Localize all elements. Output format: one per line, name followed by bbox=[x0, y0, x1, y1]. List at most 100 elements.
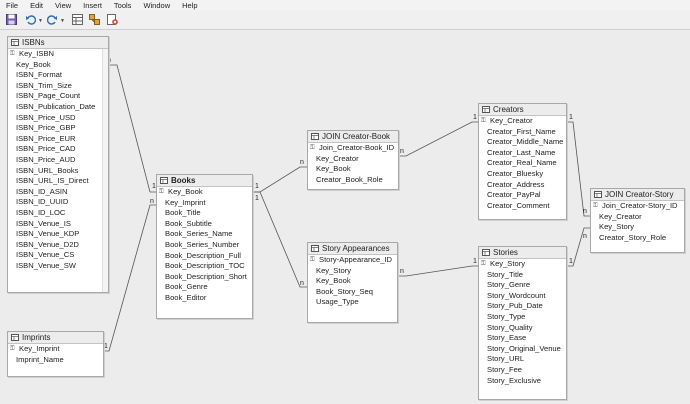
table-header[interactable]: JOIN Creator-Book bbox=[308, 131, 398, 143]
menu-view[interactable]: View bbox=[49, 0, 77, 11]
primary-key-field[interactable]: ⚿ Key_Book bbox=[157, 187, 252, 198]
field[interactable]: ISBN_Price_EUR bbox=[8, 134, 108, 145]
field[interactable]: Book_Editor bbox=[157, 293, 252, 304]
table-join-creator-book[interactable]: JOIN Creator-Book ⚿ Join_Creator-Book_ID K… bbox=[307, 130, 399, 190]
field[interactable]: Story_Ease bbox=[479, 333, 566, 344]
primary-key-field[interactable]: ⚿ Join_Creator-Book_ID bbox=[308, 143, 398, 154]
field[interactable]: Creator_Story_Role bbox=[591, 233, 684, 244]
table-imprints[interactable]: Imprints ⚿ Key_Imprint Imprint_Name bbox=[7, 331, 104, 377]
field[interactable]: Usage_Type bbox=[308, 297, 397, 308]
table-header[interactable]: Stories bbox=[479, 247, 566, 259]
primary-key-field[interactable]: ⚿ Key_Creator bbox=[479, 116, 566, 127]
field[interactable]: Story_Genre bbox=[479, 280, 566, 291]
field[interactable]: Book_Subtitle bbox=[157, 219, 252, 230]
field[interactable]: ISBN_Venue_IS bbox=[8, 219, 108, 230]
field[interactable]: Book_Series_Number bbox=[157, 240, 252, 251]
field[interactable]: Book_Description_Short bbox=[157, 272, 252, 283]
primary-key-field[interactable]: ⚿ Key_Story bbox=[479, 259, 566, 270]
undo-dropdown-icon[interactable]: ▼ bbox=[38, 18, 43, 24]
field[interactable]: Story_Fee bbox=[479, 365, 566, 376]
new-relation-icon[interactable] bbox=[88, 13, 101, 26]
field[interactable]: Key_Story bbox=[308, 266, 397, 277]
table-header[interactable]: JOIN Creator-Story bbox=[591, 189, 684, 201]
field[interactable]: ISBN_Publication_Date bbox=[8, 102, 108, 113]
field[interactable]: Creator_PayPal bbox=[479, 190, 566, 201]
table-books[interactable]: Books ⚿ Key_Book Key_Imprint Book_Title Book… bbox=[156, 174, 253, 319]
field[interactable]: ISBN_Price_USD bbox=[8, 113, 108, 124]
field[interactable]: Book_Title bbox=[157, 208, 252, 219]
table-story-appearances[interactable]: Story Appearances ⚿ Story-Appearance_ID Ke… bbox=[307, 242, 398, 323]
primary-key-field[interactable]: ⚿ Join_Creator-Story_ID bbox=[591, 201, 684, 212]
save-icon[interactable] bbox=[5, 13, 18, 26]
table-header[interactable]: ISBNs bbox=[8, 37, 108, 49]
field[interactable]: Imprint_Name bbox=[8, 355, 103, 366]
field[interactable]: Creator_Address bbox=[479, 180, 566, 191]
field[interactable]: Story_URL bbox=[479, 354, 566, 365]
primary-key-field[interactable]: ⚿ Key_Imprint bbox=[8, 344, 103, 355]
field[interactable]: Key_Creator bbox=[591, 212, 684, 223]
field[interactable]: ISBN_URL_IS_Direct bbox=[8, 176, 108, 187]
field[interactable]: Key_Story bbox=[591, 222, 684, 233]
field[interactable]: Book_Description_TOC bbox=[157, 261, 252, 272]
table-header[interactable]: Imprints bbox=[8, 332, 103, 344]
field[interactable]: Key_Book bbox=[308, 164, 398, 175]
menu-window[interactable]: Window bbox=[137, 0, 176, 11]
field[interactable]: ISBN_Price_AUD bbox=[8, 155, 108, 166]
field[interactable]: Story_Quality bbox=[479, 323, 566, 334]
menu-edit[interactable]: Edit bbox=[24, 0, 49, 11]
primary-key-field[interactable]: ⚿ Story-Appearance_ID bbox=[308, 255, 397, 266]
field[interactable]: Book_Description_Full bbox=[157, 251, 252, 262]
menu-tools[interactable]: Tools bbox=[108, 0, 138, 11]
menu-insert[interactable]: Insert bbox=[77, 0, 108, 11]
table-creators[interactable]: Creators ⚿ Key_Creator Creator_First_Name C… bbox=[478, 103, 567, 220]
add-tables-icon[interactable] bbox=[71, 13, 84, 26]
field[interactable]: Story_Title bbox=[479, 270, 566, 281]
table-header[interactable]: Books bbox=[157, 175, 252, 187]
field[interactable]: Story_Wordcount bbox=[479, 291, 566, 302]
field[interactable]: Creator_Real_Name bbox=[479, 158, 566, 169]
table-header[interactable]: Creators bbox=[479, 104, 566, 116]
field[interactable]: ISBN_URL_Books bbox=[8, 166, 108, 177]
table-join-creator-story[interactable]: JOIN Creator-Story ⚿ Join_Creator-Story_I… bbox=[590, 188, 685, 253]
field[interactable]: ISBN_ID_UUID bbox=[8, 197, 108, 208]
field[interactable]: ISBN_Page_Count bbox=[8, 91, 108, 102]
field[interactable]: ISBN_Venue_SW bbox=[8, 261, 108, 272]
field[interactable]: Creator_First_Name bbox=[479, 127, 566, 138]
field[interactable]: Key_Imprint bbox=[157, 198, 252, 209]
field[interactable]: Key_Book bbox=[308, 276, 397, 287]
field[interactable]: ISBN_ID_ASIN bbox=[8, 187, 108, 198]
field[interactable]: Story_Type bbox=[479, 312, 566, 323]
field[interactable]: Creator_Middle_Name bbox=[479, 137, 566, 148]
field[interactable]: ISBN_Format bbox=[8, 70, 108, 81]
field[interactable]: ISBN_ID_LOC bbox=[8, 208, 108, 219]
redo-icon[interactable] bbox=[46, 13, 59, 26]
menu-help[interactable]: Help bbox=[176, 0, 203, 11]
field[interactable]: ISBN_Price_CAD bbox=[8, 144, 108, 155]
delete-icon[interactable] bbox=[106, 13, 119, 26]
field[interactable]: Creator_Book_Role bbox=[308, 175, 398, 186]
primary-key-field[interactable]: ⚿ Key_ISBN bbox=[8, 49, 108, 60]
table-stories[interactable]: Stories ⚿ Key_Story Story_Title Story_Genre… bbox=[478, 246, 567, 400]
field[interactable]: ISBN_Venue_KDP bbox=[8, 229, 108, 240]
field[interactable]: ISBN_Price_GBP bbox=[8, 123, 108, 134]
table-isbns[interactable]: ISBNs ⚿ Key_ISBN Key_Book ISBN_Format ISBN_T… bbox=[7, 36, 109, 293]
field[interactable]: ISBN_Venue_D2D bbox=[8, 240, 108, 251]
menu-file[interactable]: File bbox=[0, 0, 24, 11]
field[interactable]: Key_Creator bbox=[308, 154, 398, 165]
field[interactable]: Book_Genre bbox=[157, 282, 252, 293]
undo-icon[interactable] bbox=[24, 13, 37, 26]
redo-dropdown-icon[interactable]: ▼ bbox=[60, 18, 65, 24]
scrollbar[interactable] bbox=[102, 49, 108, 292]
field[interactable]: Book_Story_Seq bbox=[308, 287, 397, 298]
field[interactable]: Book_Series_Name bbox=[157, 229, 252, 240]
field[interactable]: Story_Pub_Date bbox=[479, 301, 566, 312]
table-header[interactable]: Story Appearances bbox=[308, 243, 397, 255]
field[interactable]: ISBN_Venue_CS bbox=[8, 250, 108, 261]
field[interactable]: Story_Exclusive bbox=[479, 376, 566, 387]
field[interactable]: Creator_Bluesky bbox=[479, 169, 566, 180]
field[interactable]: Creator_Comment bbox=[479, 201, 566, 212]
field[interactable]: ISBN_Trim_Size bbox=[8, 81, 108, 92]
field[interactable]: Creator_Last_Name bbox=[479, 148, 566, 159]
field[interactable]: Story_Original_Venue bbox=[479, 344, 566, 355]
field[interactable]: Key_Book bbox=[8, 60, 108, 71]
